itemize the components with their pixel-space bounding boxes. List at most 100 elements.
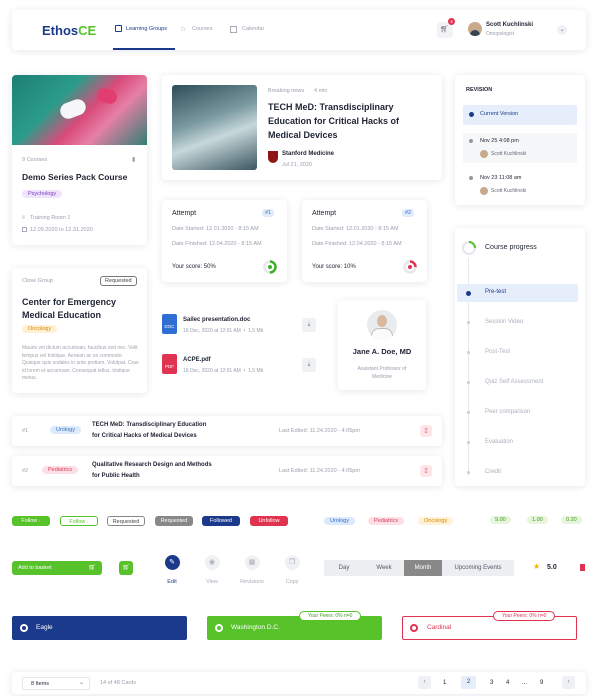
- cart-count-badge: 4: [448, 18, 455, 25]
- progress-step[interactable]: Credit: [457, 464, 578, 482]
- row-edited: Last Edited: 11.24.2020 - 4:05pm: [279, 468, 360, 474]
- follow-button-filled[interactable]: Follow ˖: [12, 516, 50, 526]
- page-3[interactable]: 3: [490, 680, 493, 686]
- avatar[interactable]: [468, 22, 482, 36]
- table-row[interactable]: #2 Pediatrics Qualitative Research Desig…: [12, 456, 442, 486]
- progress-step[interactable]: Peer comparison: [457, 404, 578, 422]
- radio-card-cardinal[interactable]: Cardinal Your Peers: 0% n=0: [402, 611, 577, 640]
- progress-step[interactable]: Post-Test: [457, 344, 578, 362]
- revision-item[interactable]: Nov 25 4:08 pm Scott Kuchlinski: [463, 133, 577, 163]
- file-row-pdf[interactable]: PDF ACPE.pdf 16 Dec, 2020 at 12:01 AM • …: [162, 354, 322, 378]
- oncology-tag: Oncology: [418, 517, 454, 525]
- prev-page-button[interactable]: ‹: [418, 676, 431, 689]
- news-date: Jul 21, 2020: [282, 162, 312, 168]
- row-title-line2: for Critical Hacks of Medical Devices: [92, 433, 197, 439]
- page-9[interactable]: 9: [540, 680, 543, 686]
- attempt-number: #2: [402, 209, 415, 217]
- course-image: [12, 75, 147, 145]
- radio-card-eagle[interactable]: Eagle: [12, 616, 187, 640]
- segment-upcoming[interactable]: Upcoming Events: [442, 560, 514, 576]
- page-2-active[interactable]: 2: [461, 676, 476, 689]
- file-row-doc[interactable]: DOC Sailec presentation.doc 16 Dec, 2020…: [162, 314, 322, 338]
- revisions-action[interactable]: ▦ Revisions: [237, 555, 267, 588]
- trash-icon[interactable]: ▯: [420, 425, 432, 437]
- group-tag: Oncology: [22, 325, 58, 333]
- attempt-card-1[interactable]: Attempt #1 Date Started: 12.01.2020 - 8:…: [162, 200, 287, 282]
- progress-step[interactable]: Quiz Self Assessment: [457, 374, 578, 392]
- tab-label: Courses: [192, 26, 213, 32]
- items-value: 8 Items: [31, 681, 50, 687]
- segment-month[interactable]: Month: [404, 560, 442, 576]
- requested-button-outline[interactable]: Requested: [107, 516, 145, 526]
- score-ring-1: [263, 260, 277, 274]
- items-per-page-select[interactable]: 8 Items ⌄: [22, 677, 90, 690]
- star-icon: ☆: [180, 26, 187, 33]
- copy-icon: ❐: [284, 555, 300, 570]
- progress-step[interactable]: Evaluation: [457, 434, 578, 452]
- cart-button[interactable]: 🛒︎ 4: [437, 18, 455, 38]
- revision-user: Scott Kuchlinski: [491, 151, 527, 157]
- revision-panel: REVISION Current Version Nov 25 4:08 pm …: [455, 75, 585, 205]
- row-title-line2: for Public Health: [92, 473, 140, 479]
- tab-label: Calendar: [242, 26, 265, 32]
- doctor-card[interactable]: Jane A. Doe, MD Assistant Professor of M…: [338, 300, 426, 390]
- download-icon[interactable]: ⇣: [302, 358, 316, 372]
- segment-week[interactable]: Week: [364, 560, 404, 576]
- row-title-line1: Qualitative Research Design and Methods: [92, 462, 212, 468]
- score-ring-2: [403, 260, 417, 274]
- bookmark-icon[interactable]: [580, 564, 585, 571]
- course-card[interactable]: 9 Courses ▮ Demo Series Pack Course Psyc…: [12, 75, 147, 245]
- progress-step-active[interactable]: Pre-test: [457, 284, 578, 302]
- page-4[interactable]: 4: [506, 680, 509, 686]
- file-name: Sailec presentation.doc: [183, 317, 251, 323]
- table-row[interactable]: #1 Urology TECH MeD: Transdisciplinary E…: [12, 416, 442, 446]
- urology-tag: Urology: [324, 517, 355, 525]
- edit-action[interactable]: ✎ Edit: [162, 555, 182, 588]
- tab-learning-groups[interactable]: Learning Groups: [113, 10, 175, 50]
- copy-action[interactable]: ❐ Copy: [282, 555, 302, 588]
- progress-ring-icon: [462, 241, 476, 255]
- news-title: TECH MeD: Transdisciplinary Education fo…: [268, 102, 400, 140]
- radio-card-washington[interactable]: Washington D.C. Your Peers: 0% n=0: [207, 611, 382, 640]
- cart-icon-button[interactable]: 🛒︎: [119, 561, 133, 575]
- basket-label: Add to basket: [18, 565, 52, 571]
- page-1[interactable]: 1: [443, 680, 446, 686]
- star-icon: ★: [533, 562, 541, 571]
- eye-icon: ◉: [204, 555, 220, 570]
- group-card[interactable]: Close Group Requested Center for Emergen…: [12, 268, 147, 393]
- row-index: #2: [22, 468, 29, 474]
- user-menu-chevron-icon[interactable]: ⌄: [557, 25, 567, 35]
- step-dot-icon: [467, 351, 470, 354]
- attempt-card-2[interactable]: Attempt #2 Date Started: 12.01.2020 - 8:…: [302, 200, 427, 282]
- calendar-icon: [230, 26, 237, 33]
- unfollow-button[interactable]: Unfollow: [250, 516, 288, 526]
- cards-count: 14 of 48 Cards: [100, 680, 137, 686]
- news-card[interactable]: Breaking news 4 min TECH MeD: Transdisci…: [162, 75, 442, 180]
- bookmark-icon[interactable]: ▮: [132, 156, 135, 163]
- view-action[interactable]: ◉ View: [202, 555, 222, 588]
- next-page-button[interactable]: ›: [562, 676, 575, 689]
- rating-value: 5.0: [547, 564, 557, 571]
- step-dot-icon: [467, 381, 470, 384]
- follow-button-outline[interactable]: Follow ˖: [60, 516, 98, 526]
- trash-icon[interactable]: ▯: [420, 465, 432, 477]
- doctor-role: Assistant Professor of Medicine: [357, 366, 407, 380]
- tab-label: Learning Groups: [126, 26, 167, 32]
- calendar-icon: ▦: [244, 555, 260, 570]
- step-dot-icon: [467, 321, 470, 324]
- logo[interactable]: EthosCE: [42, 23, 96, 38]
- radio-icon: [215, 624, 223, 632]
- download-icon[interactable]: ⇣: [302, 318, 316, 332]
- current-version-item[interactable]: Current Version: [463, 105, 577, 125]
- progress-step[interactable]: Session Video: [457, 314, 578, 332]
- requested-button-filled[interactable]: Requested: [155, 516, 193, 526]
- add-to-basket-button[interactable]: Add to basket 🛒︎: [12, 561, 102, 575]
- row-edited: Last Edited: 11.24.2020 - 4:05pm: [279, 428, 360, 434]
- course-tag: Psychology: [22, 190, 63, 198]
- group-type: Close Group: [22, 278, 53, 284]
- news-image: [172, 85, 257, 170]
- segment-day[interactable]: Day: [324, 560, 364, 576]
- revision-item[interactable]: Nov 23 11:08 am Scott Kuchlinski: [463, 170, 577, 200]
- avatar: [480, 187, 488, 195]
- followed-button[interactable]: Followed: [202, 516, 240, 526]
